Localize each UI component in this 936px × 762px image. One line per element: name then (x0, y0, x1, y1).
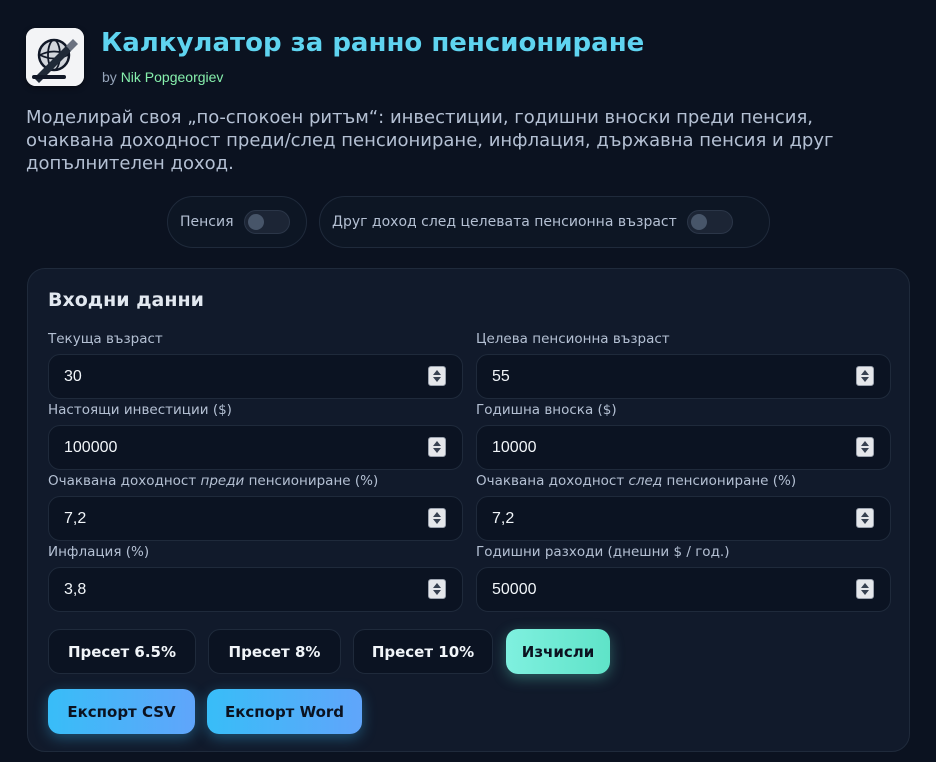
annual-contribution-label: Годишна вноска ($) (476, 402, 617, 418)
preset-8-button[interactable]: Пресет 8% (208, 629, 341, 674)
inflation-label: Инфлация (%) (48, 544, 150, 560)
author-link[interactable]: Nik Popgeorgiev (121, 69, 224, 85)
preset-6-5-button[interactable]: Пресет 6.5% (48, 629, 196, 674)
inputs-card: Входни данни Текуща възраст 30 Целева пе… (27, 268, 910, 752)
byline-prefix: by (102, 69, 117, 85)
globe-pen-icon (26, 28, 84, 86)
return-before-input[interactable]: 7,2 (48, 496, 463, 541)
spinner-icon[interactable] (428, 508, 446, 528)
spinner-icon[interactable] (428, 366, 446, 386)
spinner-icon[interactable] (428, 579, 446, 599)
switch-knob (247, 214, 264, 230)
annual-expenses-value: 50000 (492, 580, 537, 598)
annual-expenses-input[interactable]: 50000 (476, 567, 891, 612)
target-age-label: Целева пенсионна възраст (476, 331, 670, 347)
return-after-input[interactable]: 7,2 (476, 496, 891, 541)
app-logo (26, 28, 84, 86)
other-income-switch[interactable] (686, 210, 733, 234)
current-age-input[interactable]: 30 (48, 354, 463, 399)
preset-10-button[interactable]: Пресет 10% (353, 629, 493, 674)
switch-knob (690, 214, 707, 230)
investments-input[interactable]: 100000 (48, 425, 463, 470)
page-description: Моделирай своя „по-спокоен ритъм“: инвес… (26, 107, 834, 174)
page-title: Калкулатор за ранно пенсиониране (101, 28, 645, 58)
target-age-input[interactable]: 55 (476, 354, 891, 399)
spinner-icon[interactable] (856, 508, 874, 528)
spinner-icon[interactable] (856, 366, 874, 386)
return-before-label: Очаквана доходност преди пенсиониране (%… (48, 473, 379, 489)
byline: by Nik Popgeorgiev (102, 69, 223, 85)
target-age-value: 55 (492, 367, 510, 385)
other-income-toggle-pill[interactable]: Друг доход след целевата пенсионна възра… (319, 196, 770, 248)
current-age-label: Текуща възраст (48, 331, 163, 347)
pension-toggle-pill[interactable]: Пенсия (167, 196, 307, 248)
spinner-icon[interactable] (856, 579, 874, 599)
return-after-value: 7,2 (492, 509, 515, 527)
inputs-card-title: Входни данни (48, 289, 204, 311)
calculate-button[interactable]: Изчисли (506, 629, 610, 674)
inflation-value: 3,8 (64, 580, 87, 598)
spinner-icon[interactable] (428, 437, 446, 457)
investments-label: Настоящи инвестиции ($) (48, 402, 232, 418)
other-income-toggle-label: Друг доход след целевата пенсионна възра… (332, 214, 677, 230)
inflation-input[interactable]: 3,8 (48, 567, 463, 612)
export-word-button[interactable]: Експорт Word (207, 689, 362, 734)
annual-expenses-label: Годишни разходи (днешни $ / год.) (476, 544, 730, 560)
return-before-value: 7,2 (64, 509, 87, 527)
investments-value: 100000 (64, 438, 118, 456)
return-after-label: Очаквана доходност след пенсиониране (%) (476, 473, 797, 489)
spinner-icon[interactable] (856, 437, 874, 457)
pension-switch[interactable] (243, 210, 290, 234)
pension-toggle-label: Пенсия (180, 214, 234, 230)
annual-contribution-input[interactable]: 10000 (476, 425, 891, 470)
current-age-value: 30 (64, 367, 82, 385)
annual-contribution-value: 10000 (492, 438, 537, 456)
export-csv-button[interactable]: Експорт CSV (48, 689, 195, 734)
